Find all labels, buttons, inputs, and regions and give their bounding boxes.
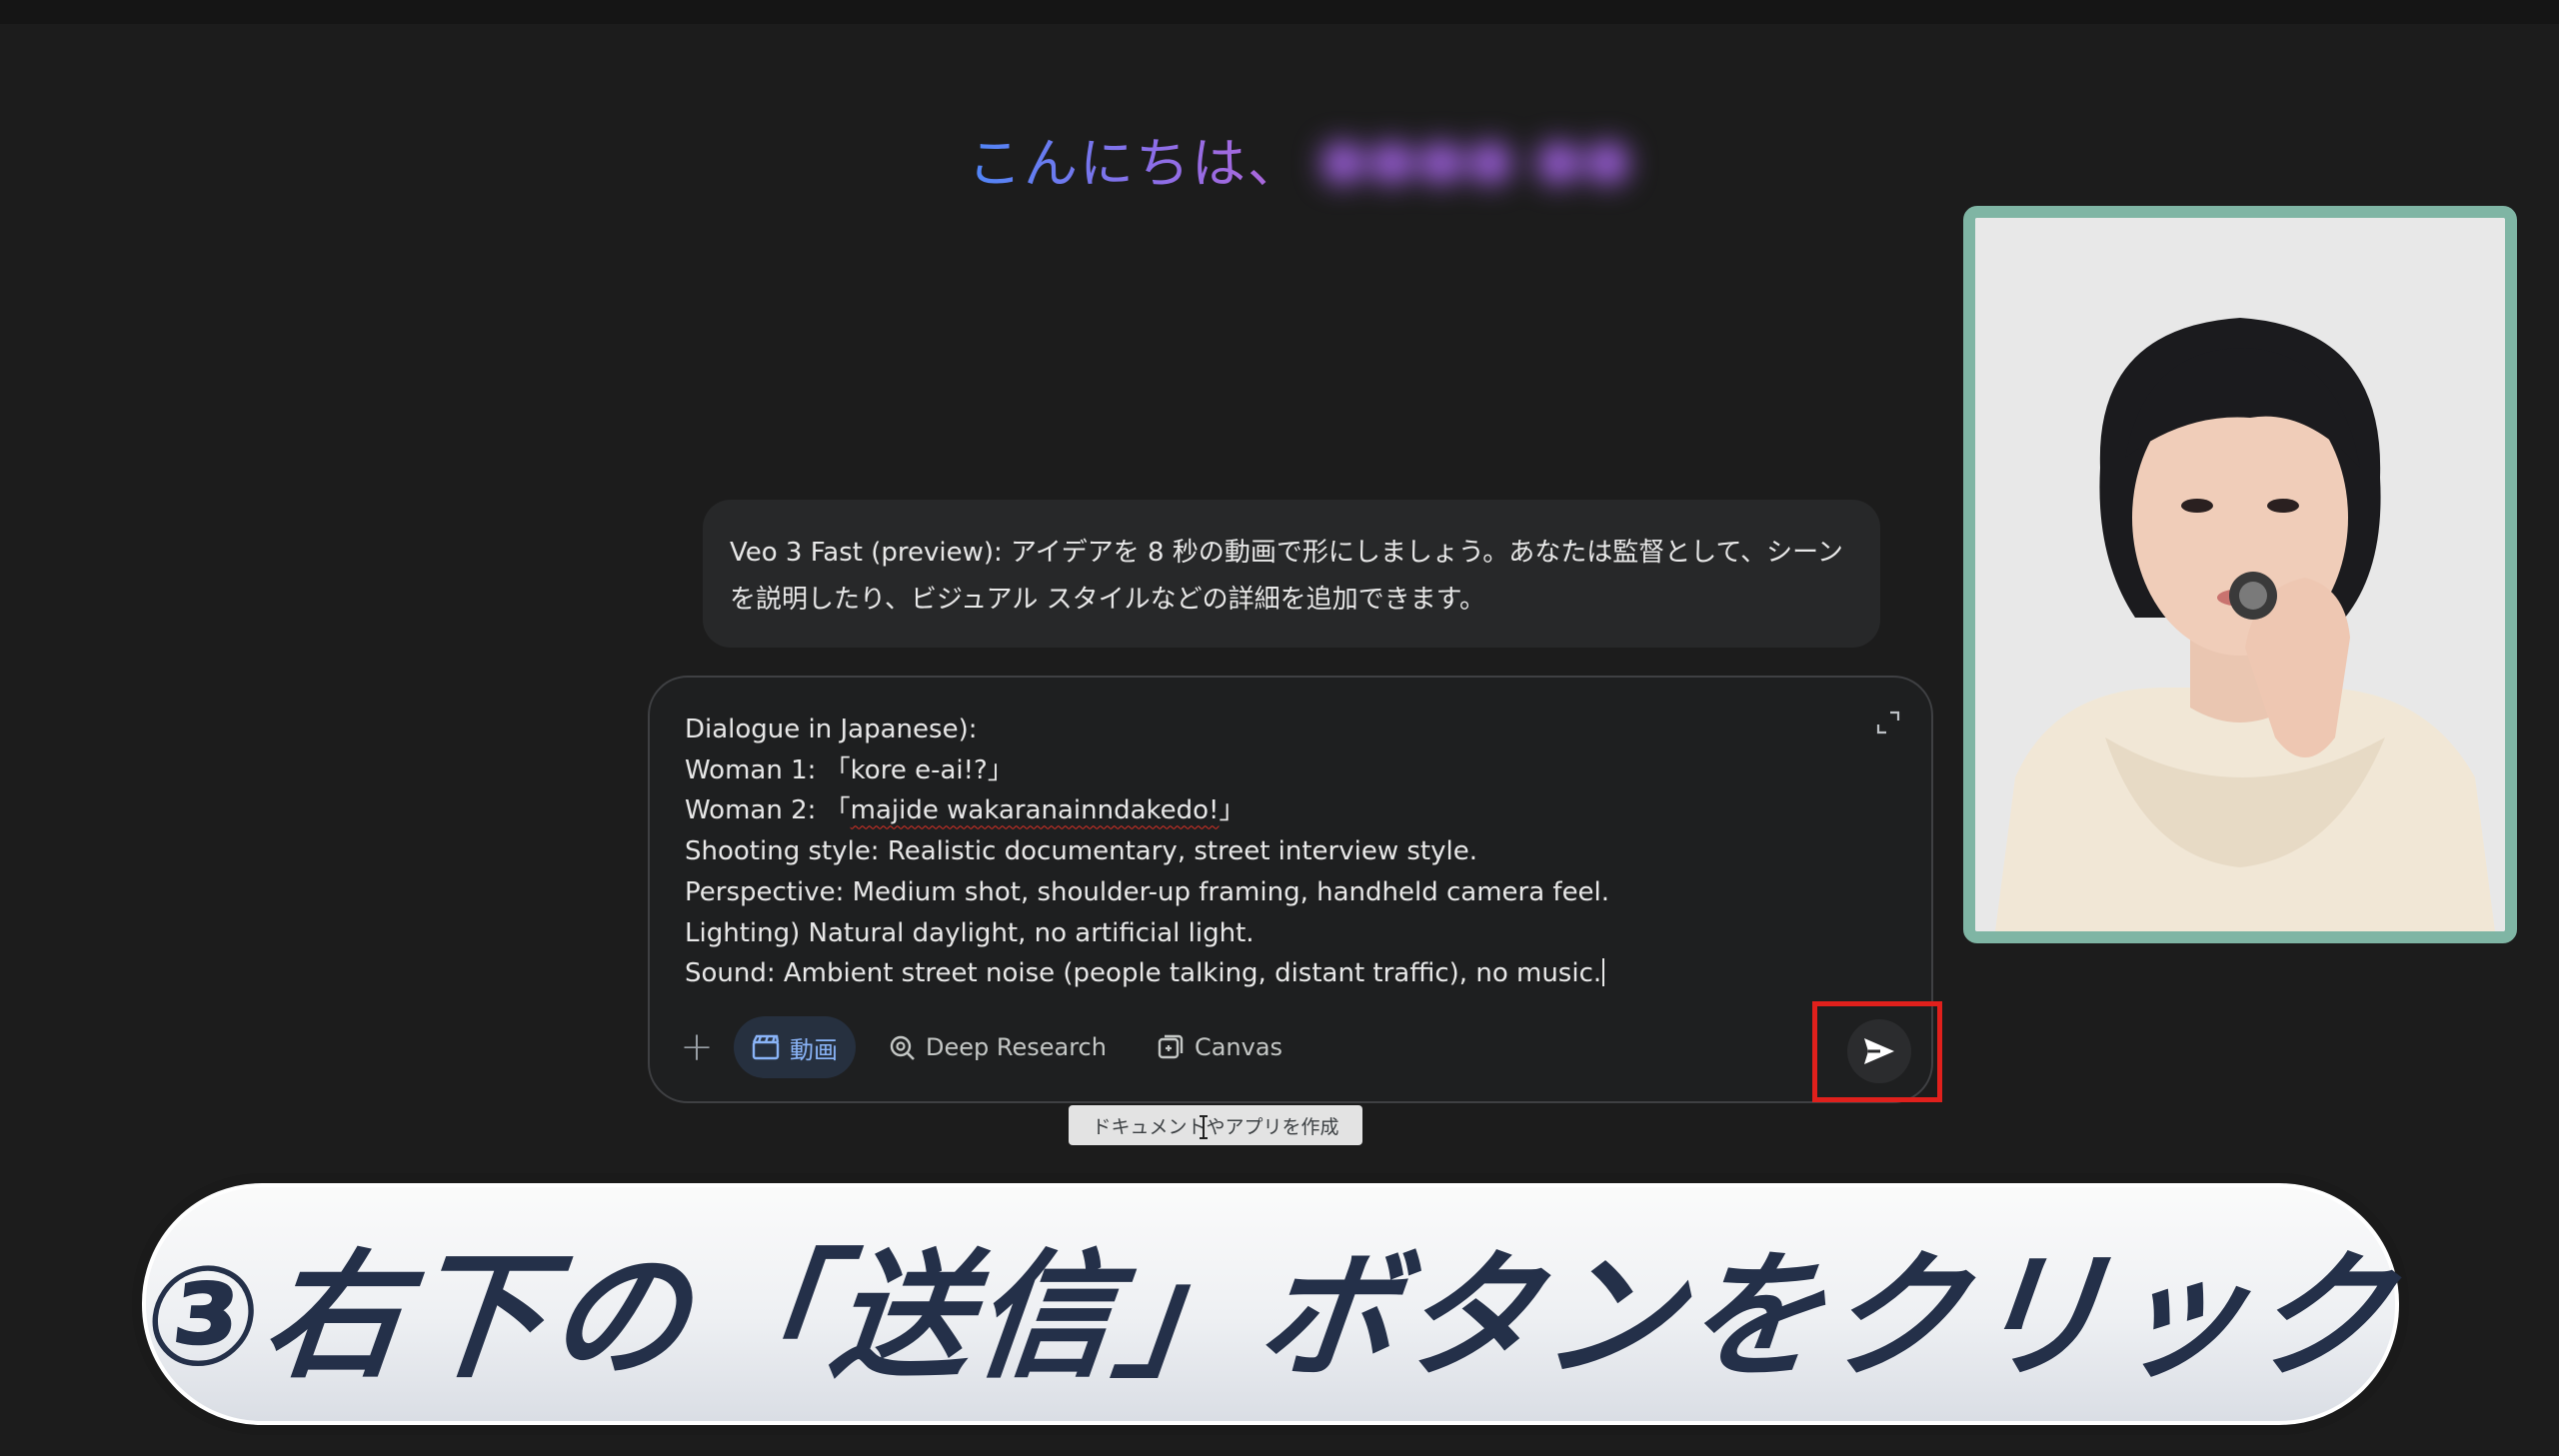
video-tool-label: 動画	[790, 1035, 838, 1064]
deep-research-label: Deep Research	[926, 1033, 1107, 1061]
top-bar	[0, 0, 2559, 24]
greeting-heading: こんにちは、 ●●●● ●●	[968, 118, 1633, 198]
info-line-1: Veo 3 Fast (preview): アイデアを 8 秒の動画で形にしまし…	[730, 538, 1843, 568]
veo-info-bubble: Veo 3 Fast (preview): アイデアを 8 秒の動画で形にしまし…	[703, 500, 1880, 648]
text-cursor	[1602, 958, 1605, 987]
deep-research-chip[interactable]: Deep Research	[870, 1016, 1125, 1078]
text-select-cursor-icon	[1200, 1115, 1208, 1139]
canvas-chip[interactable]: Canvas	[1139, 1016, 1300, 1078]
info-line-2: を説明したり、ビジュアル スタイルなどの詳細を追加できます。	[730, 585, 1486, 615]
greeting-user-name-blurred: ●●●● ●●	[1319, 126, 1633, 190]
add-icon[interactable]: +	[674, 1024, 720, 1070]
send-button-highlight-box	[1812, 1001, 1942, 1102]
canvas-icon	[1158, 1034, 1184, 1059]
prompt-line: Woman 2: 「majide wakaranainndakedo!」	[685, 790, 1609, 831]
expand-icon[interactable]	[1875, 710, 1901, 735]
prompt-last-line: Sound: Ambient street noise (people talk…	[685, 958, 1602, 989]
prompt-line: Sound: Ambient street noise (people talk…	[685, 953, 1609, 994]
presenter-image	[1975, 218, 2505, 931]
prompt-input-box[interactable]: Dialogue in Japanese): Woman 1: 「kore e-…	[648, 676, 1933, 1103]
clapperboard-icon	[752, 1034, 780, 1060]
deep-research-icon	[890, 1035, 915, 1060]
spellcheck-word: majide wakaranainndakedo!	[850, 795, 1220, 826]
caption-text: ③右下の「送信」ボタンをクリック	[135, 1236, 2403, 1397]
prompt-line-prefix: Woman 2: 「	[685, 795, 851, 826]
greeting-hello: こんにちは、	[968, 119, 1303, 198]
prompt-line-suffix: 」	[1219, 795, 1246, 826]
prompt-line: Woman 1: 「kore e-ai!?」	[685, 754, 1014, 785]
prompt-line: Perspective: Medium shot, shoulder-up fr…	[685, 876, 1610, 907]
webcam-presenter-video	[1963, 206, 2517, 943]
prompt-line: Shooting style: Realistic documentary, s…	[685, 836, 1477, 867]
video-tool-chip[interactable]: 動画	[734, 1016, 856, 1078]
prompt-line: Lighting) Natural daylight, no artificia…	[685, 917, 1255, 948]
prompt-line: Dialogue in Japanese):	[685, 715, 978, 744]
prompt-textarea[interactable]: Dialogue in Japanese): Woman 1: 「kore e-…	[685, 710, 1609, 994]
canvas-label: Canvas	[1194, 1033, 1283, 1061]
prompt-toolbar: + 動画 Deep Research Canvas	[674, 1016, 1314, 1078]
tooltip: ドキュメントやアプリを作成	[1069, 1105, 1362, 1145]
caption-banner: ③右下の「送信」ボタンをクリック	[132, 1173, 2409, 1435]
